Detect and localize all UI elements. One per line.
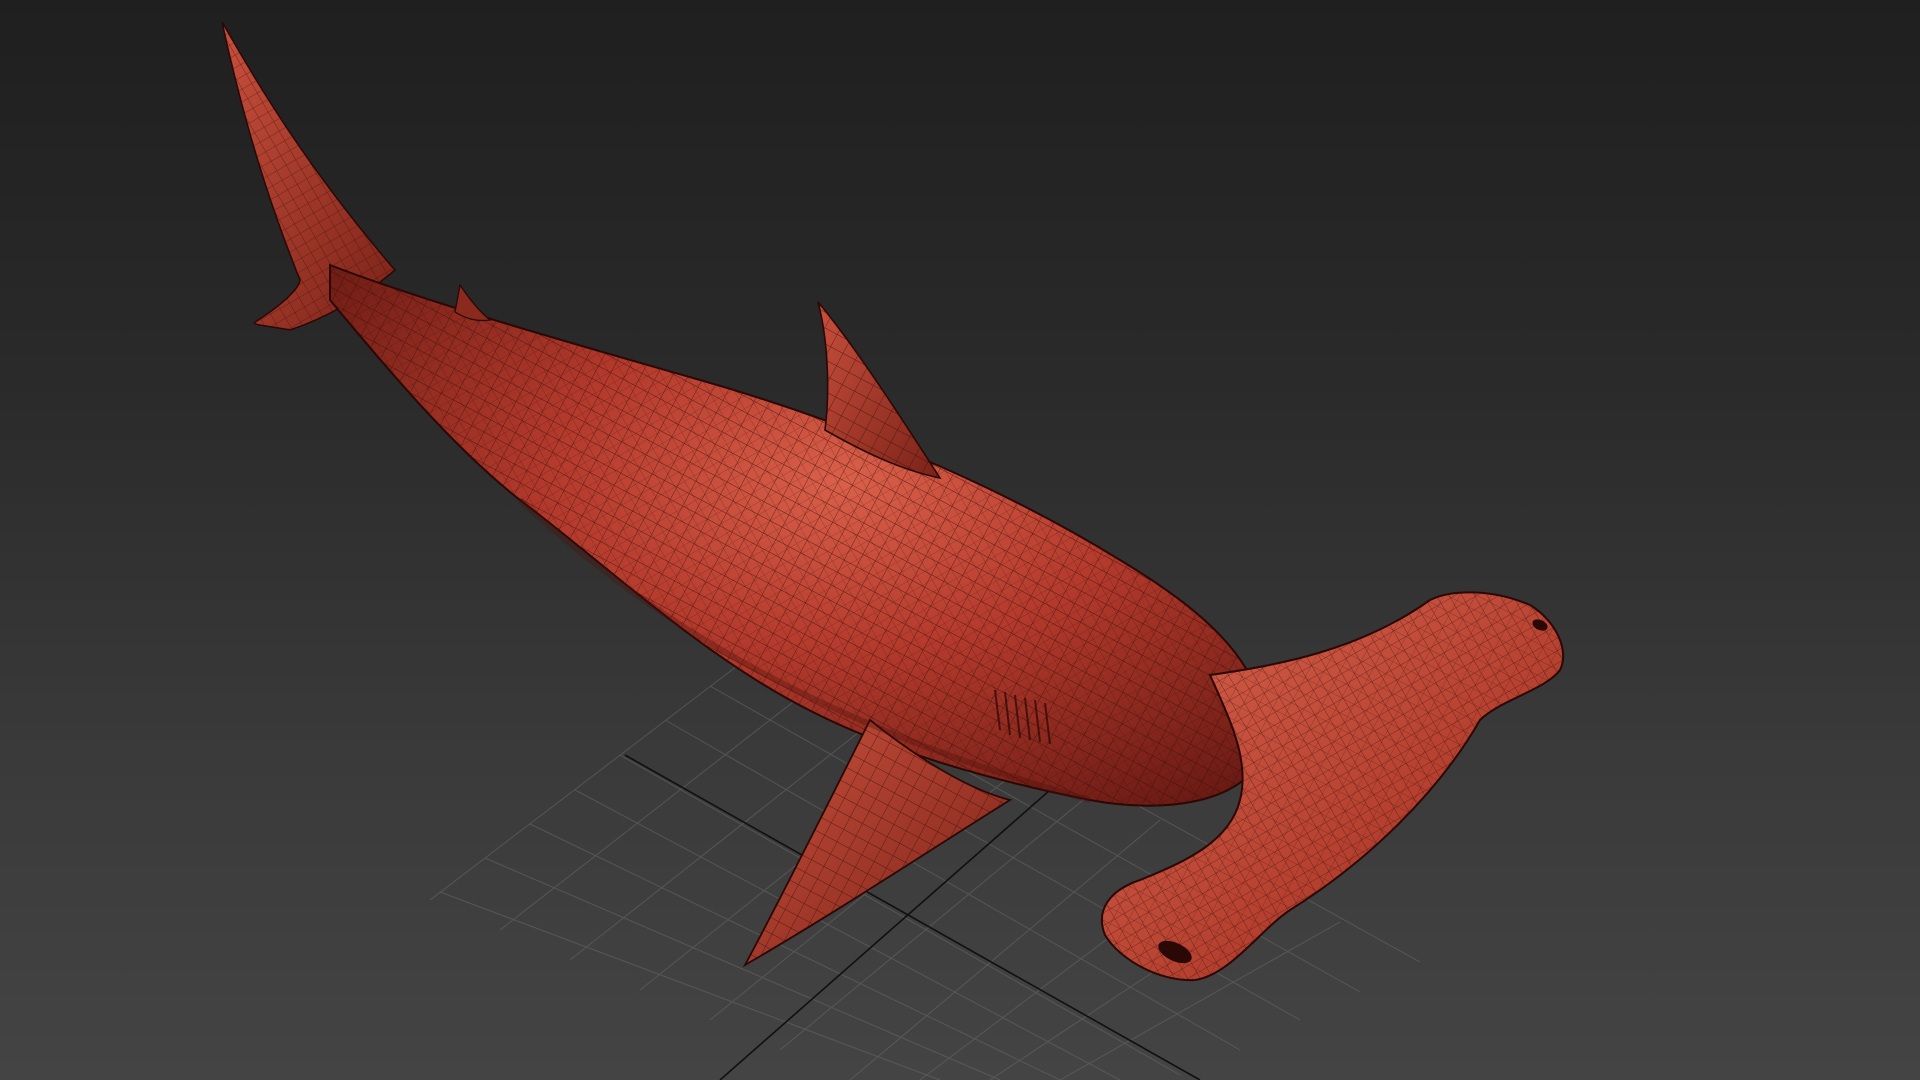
viewport-scene[interactable] [0,0,1920,1080]
second-dorsal-fin [454,283,492,322]
shark-mesh[interactable] [221,21,1565,982]
3d-viewport[interactable] [0,0,1920,1080]
